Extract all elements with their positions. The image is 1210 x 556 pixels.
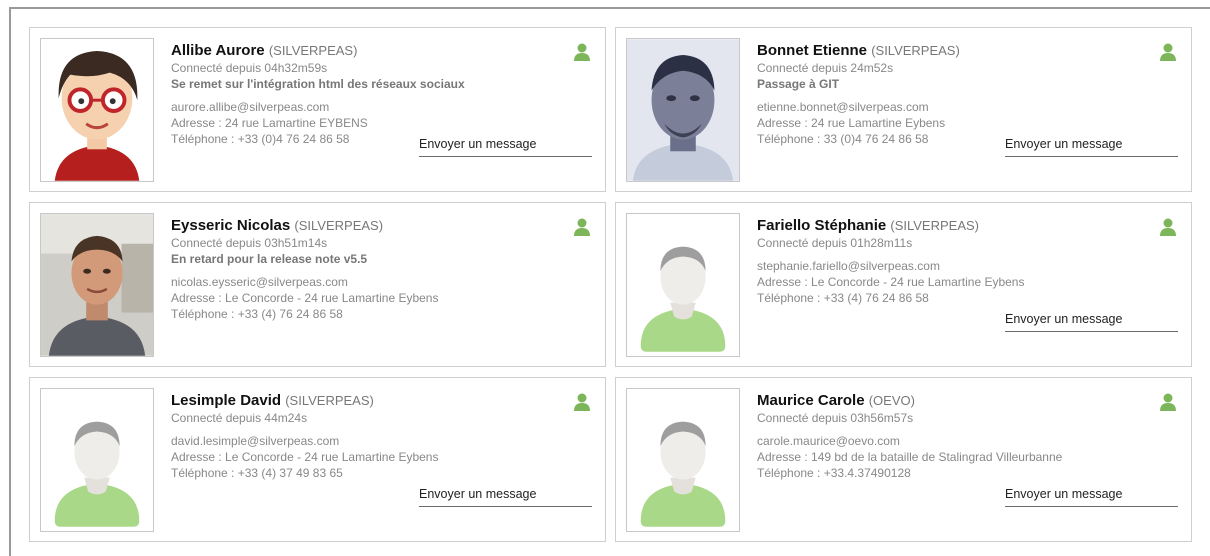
avatar[interactable] — [626, 388, 740, 532]
contact-address: Adresse : 24 rue Lamartine EYBENS — [171, 116, 368, 130]
cartoon-avatar-icon — [41, 39, 153, 181]
window-frame-top — [9, 7, 1210, 9]
contact-info: Allibe Aurore (SILVERPEAS) Connecté depu… — [171, 42, 591, 147]
contact-address: Adresse : Le Concorde - 24 rue Lamartine… — [171, 450, 439, 464]
default-avatar-icon — [627, 389, 739, 531]
status-message: En retard pour la release note v5.5 — [171, 252, 368, 266]
contact-name[interactable]: Eysseric Nicolas — [171, 217, 290, 234]
photo-avatar-icon — [41, 214, 153, 356]
default-avatar-icon — [627, 214, 739, 356]
photo-avatar-icon — [627, 39, 739, 181]
send-message-link[interactable]: Envoyer un message — [1005, 487, 1178, 507]
window-frame-left — [9, 7, 11, 556]
contact-name-line: Eysseric Nicolas (SILVERPEAS) — [171, 217, 591, 235]
contact-name-line: Maurice Carole (OEVO) — [757, 392, 1177, 410]
contact-organization: (SILVERPEAS) — [294, 218, 384, 233]
contact-info: Lesimple David (SILVERPEAS) Connecté dep… — [171, 392, 591, 481]
send-message-link[interactable]: Envoyer un message — [1005, 137, 1178, 157]
send-message-link[interactable]: Envoyer un message — [1005, 312, 1178, 332]
contact-organization: (SILVERPEAS) — [268, 43, 358, 58]
contact-card: Bonnet Etienne (SILVERPEAS) Connecté dep… — [615, 27, 1192, 192]
contact-name[interactable]: Bonnet Etienne — [757, 42, 867, 59]
contact-name[interactable]: Lesimple David — [171, 392, 281, 409]
connection-time: Connecté depuis 03h51m14s — [171, 236, 328, 250]
contact-phone: Téléphone : +33 (4) 76 24 86 58 — [757, 291, 929, 305]
avatar[interactable] — [40, 38, 154, 182]
status-message: Passage à GIT — [757, 77, 840, 91]
avatar[interactable] — [40, 213, 154, 357]
contact-card: Allibe Aurore (SILVERPEAS) Connecté depu… — [29, 27, 606, 192]
contact-name-line: Allibe Aurore (SILVERPEAS) — [171, 42, 591, 60]
contact-address: Adresse : 24 rue Lamartine Eybens — [757, 116, 946, 130]
contact-organization: (SILVERPEAS) — [285, 393, 374, 408]
contact-card: Lesimple David (SILVERPEAS) Connecté dep… — [29, 377, 606, 542]
connection-time: Connecté depuis 01h28m11s — [757, 236, 913, 250]
contact-phone: Téléphone : +33 (4) 37 49 83 65 — [171, 466, 343, 480]
contact-info: Bonnet Etienne (SILVERPEAS) Connecté dep… — [757, 42, 1177, 147]
contact-email[interactable]: david.lesimple@silverpeas.com — [171, 433, 591, 449]
contact-organization: (SILVERPEAS) — [890, 218, 979, 233]
contact-email[interactable]: aurore.allibe@silverpeas.com — [171, 99, 591, 115]
contact-info: Fariello Stéphanie (SILVERPEAS) Connecté… — [757, 217, 1177, 306]
contact-address: Adresse : Le Concorde - 24 rue Lamartine… — [171, 291, 439, 305]
contact-name-line: Lesimple David (SILVERPEAS) — [171, 392, 591, 410]
default-avatar-icon — [41, 389, 153, 531]
contact-card: Eysseric Nicolas (SILVERPEAS) Connecté d… — [29, 202, 606, 367]
contact-organization: (SILVERPEAS) — [871, 43, 960, 58]
avatar[interactable] — [40, 388, 154, 532]
status-message: Se remet sur l'intégration html des rése… — [171, 77, 465, 91]
contact-address: Adresse : Le Concorde - 24 rue Lamartine… — [757, 275, 1025, 289]
contact-card: Fariello Stéphanie (SILVERPEAS) Connecté… — [615, 202, 1192, 367]
contact-info: Maurice Carole (OEVO) Connecté depuis 03… — [757, 392, 1177, 481]
contact-name-line: Bonnet Etienne (SILVERPEAS) — [757, 42, 1177, 60]
send-message-link[interactable]: Envoyer un message — [419, 137, 592, 157]
contact-phone: Téléphone : +33.4.37490128 — [757, 466, 911, 480]
contact-email[interactable]: carole.maurice@oevo.com — [757, 433, 1177, 449]
connection-time: Connecté depuis 24m52s — [757, 61, 894, 75]
contact-email[interactable]: nicolas.eysseric@silverpeas.com — [171, 274, 591, 290]
send-message-link[interactable]: Envoyer un message — [419, 487, 592, 507]
contact-name[interactable]: Maurice Carole — [757, 392, 865, 409]
contact-name[interactable]: Fariello Stéphanie — [757, 217, 886, 234]
contact-email[interactable]: etienne.bonnet@silverpeas.com — [757, 99, 1177, 115]
avatar[interactable] — [626, 213, 740, 357]
contact-email[interactable]: stephanie.fariello@silverpeas.com — [757, 258, 1177, 274]
contact-organization: (OEVO) — [868, 393, 915, 408]
avatar[interactable] — [626, 38, 740, 182]
contact-phone: Téléphone : +33 (4) 76 24 86 58 — [171, 307, 343, 321]
connection-time: Connecté depuis 04h32m59s — [171, 61, 328, 75]
connection-time: Connecté depuis 03h56m57s — [757, 411, 914, 425]
contact-info: Eysseric Nicolas (SILVERPEAS) Connecté d… — [171, 217, 591, 322]
contact-address: Adresse : 149 bd de la bataille de Stali… — [757, 450, 1063, 464]
contact-name[interactable]: Allibe Aurore — [171, 42, 265, 59]
contact-name-line: Fariello Stéphanie (SILVERPEAS) — [757, 217, 1177, 235]
contact-card: Maurice Carole (OEVO) Connecté depuis 03… — [615, 377, 1192, 542]
connection-time: Connecté depuis 44m24s — [171, 411, 308, 425]
